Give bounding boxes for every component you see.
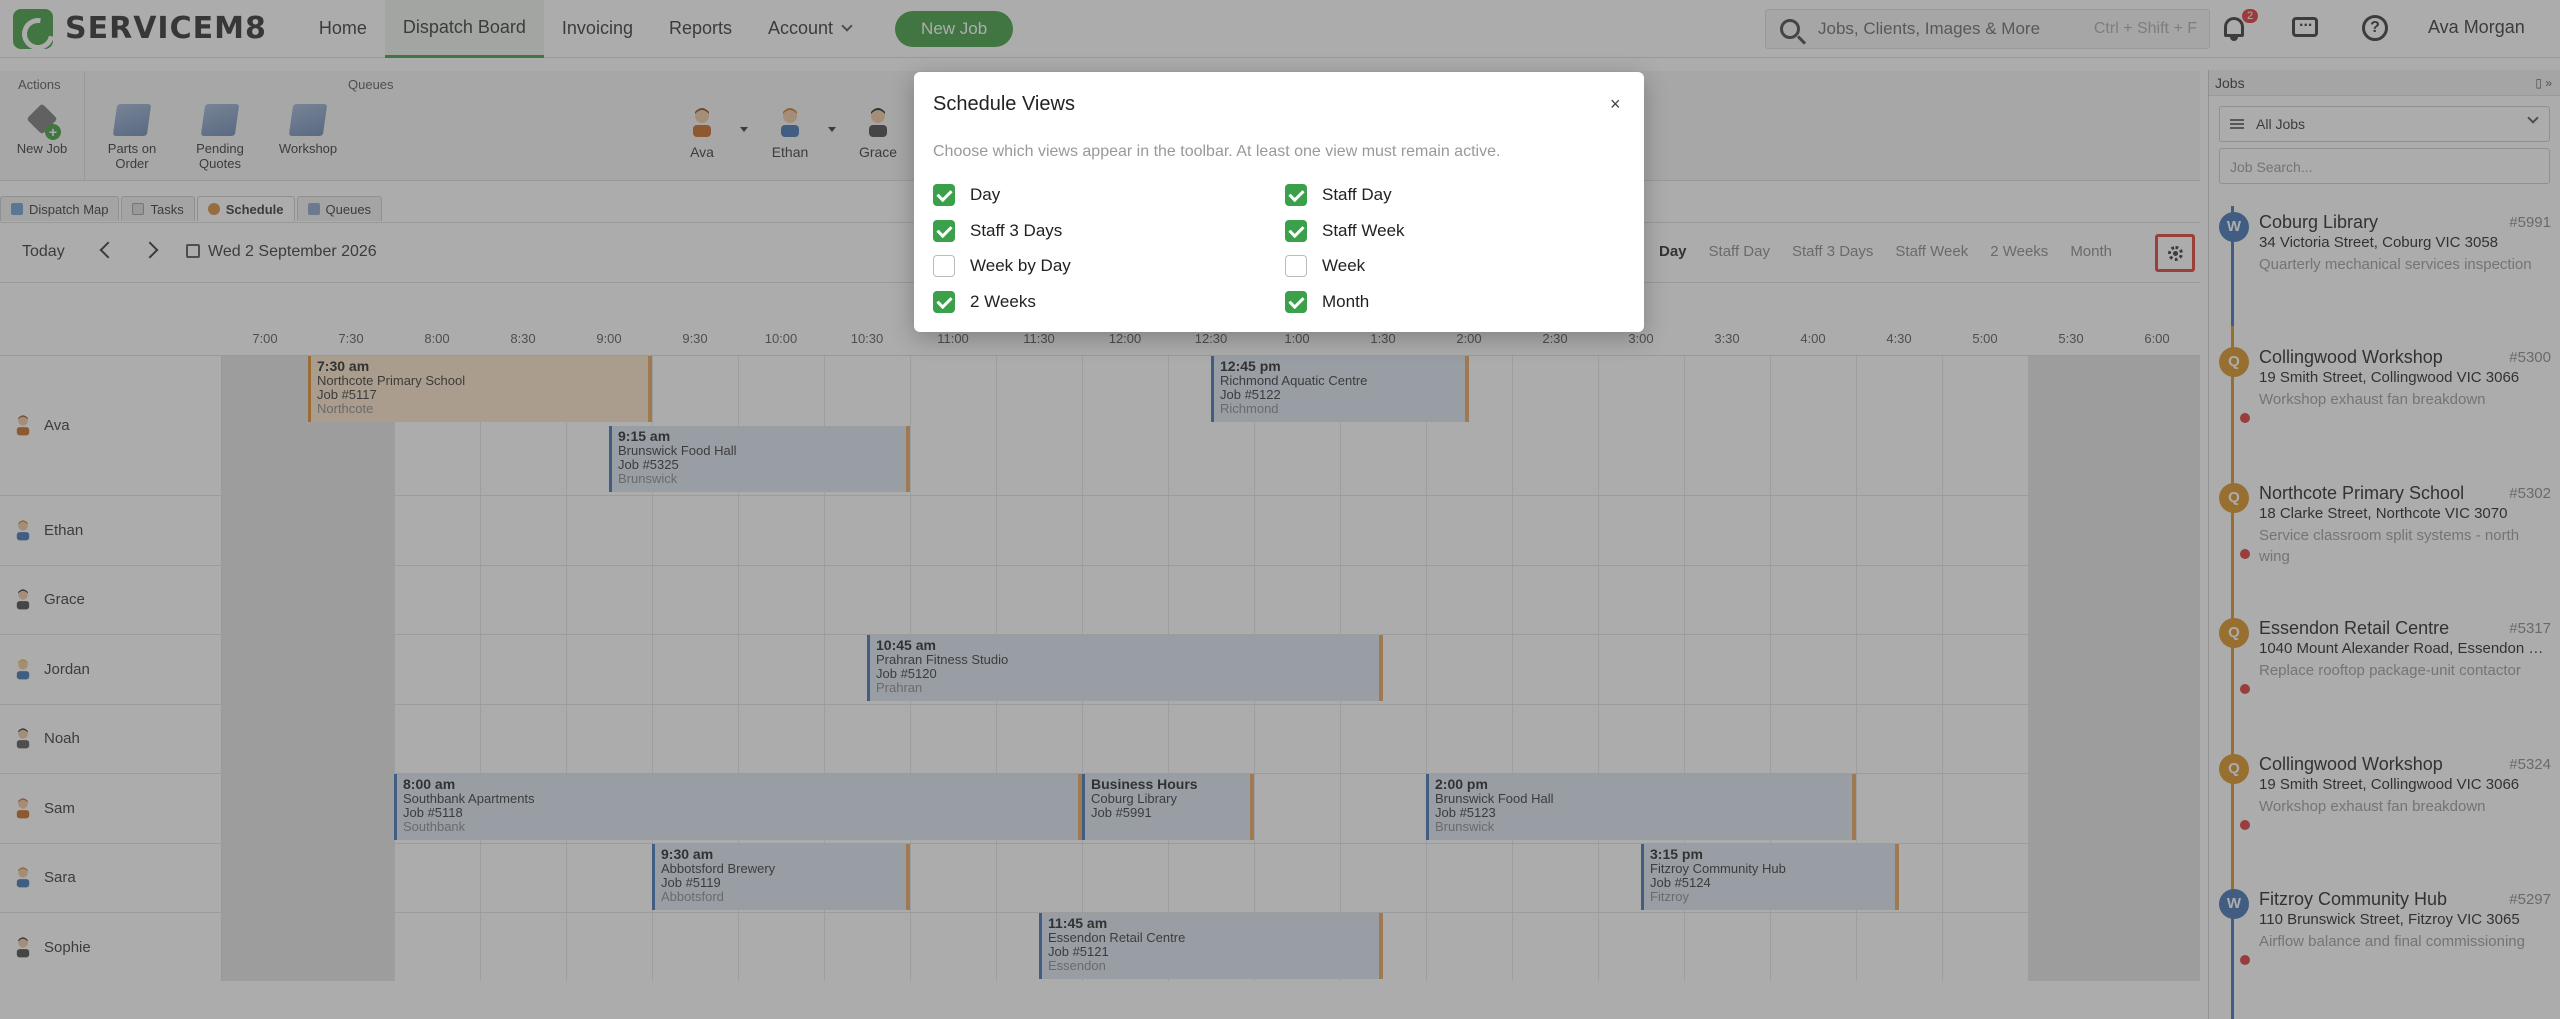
option-label: Day bbox=[970, 185, 1001, 204]
option-label: Staff Week bbox=[1322, 221, 1405, 240]
checkbox[interactable] bbox=[1285, 184, 1307, 206]
view-option-staff-day[interactable]: Staff Day bbox=[1285, 184, 1392, 206]
option-label: Week bbox=[1322, 256, 1366, 275]
checkbox[interactable] bbox=[1285, 220, 1307, 242]
view-option-staff-3-days[interactable]: Staff 3 Days bbox=[933, 220, 1062, 242]
close-icon[interactable]: × bbox=[1610, 94, 1621, 115]
view-option-month[interactable]: Month bbox=[1285, 291, 1369, 313]
option-label: Staff Day bbox=[1322, 185, 1392, 204]
checkbox[interactable] bbox=[933, 220, 955, 242]
view-option-day[interactable]: Day bbox=[933, 184, 1000, 206]
checkbox[interactable] bbox=[933, 184, 955, 206]
view-option-week[interactable]: Week bbox=[1285, 255, 1365, 277]
dialog-description: Choose which views appear in the toolbar… bbox=[933, 143, 1501, 160]
option-label: Week by Day bbox=[970, 256, 1071, 275]
schedule-views-dialog: Schedule Views × Choose which views appe… bbox=[914, 72, 1644, 332]
checkbox[interactable] bbox=[1285, 255, 1307, 277]
view-option-2-weeks[interactable]: 2 Weeks bbox=[933, 291, 1036, 313]
checkbox[interactable] bbox=[933, 255, 955, 277]
option-label: Month bbox=[1322, 292, 1370, 311]
option-label: 2 Weeks bbox=[970, 292, 1036, 311]
dialog-title: Schedule Views bbox=[933, 93, 1075, 115]
checkbox[interactable] bbox=[933, 291, 955, 313]
checkbox[interactable] bbox=[1285, 291, 1307, 313]
view-option-week-by-day[interactable]: Week by Day bbox=[933, 255, 1071, 277]
option-label: Staff 3 Days bbox=[970, 221, 1063, 240]
view-option-staff-week[interactable]: Staff Week bbox=[1285, 220, 1405, 242]
